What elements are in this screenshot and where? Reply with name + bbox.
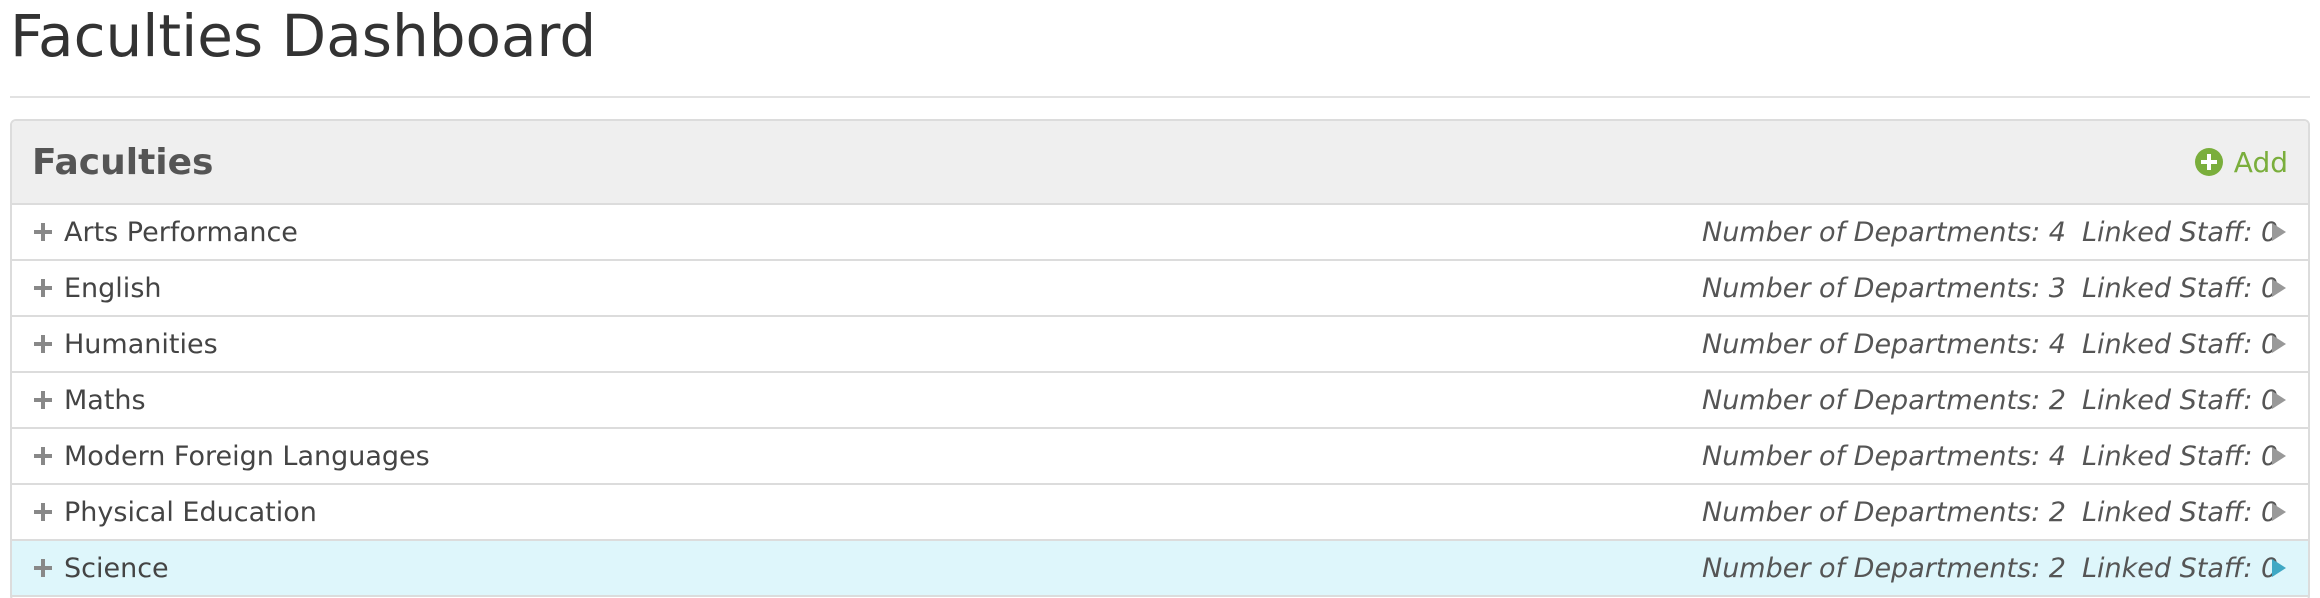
expand-plus-icon[interactable]: [32, 333, 54, 355]
expand-plus-icon[interactable]: [32, 221, 54, 243]
plus-circle-icon: [2194, 147, 2224, 177]
panel-header: Faculties Add: [12, 121, 2308, 205]
faculty-row-physical-education[interactable]: Physical Education Number of Departments…: [12, 485, 2308, 541]
faculty-name: Arts Performance: [64, 216, 298, 248]
faculty-row-english[interactable]: English Number of Departments: 3 Linked …: [12, 261, 2308, 317]
linked-staff-count: Linked Staff: 0: [2082, 216, 2279, 248]
department-count: Number of Departments: 4: [1702, 328, 2066, 360]
faculty-row-humanities[interactable]: Humanities Number of Departments: 4 Link…: [12, 317, 2308, 373]
linked-staff-count: Linked Staff: 0: [2082, 384, 2279, 416]
faculty-row-science[interactable]: Science Number of Departments: 2 Linked …: [12, 541, 2308, 597]
faculty-list: Arts Performance Number of Departments: …: [12, 205, 2308, 597]
linked-staff-count: Linked Staff: 0: [2082, 440, 2279, 472]
play-arrow-icon[interactable]: [2270, 445, 2288, 467]
panel-title: Faculties: [32, 141, 214, 183]
department-count: Number of Departments: 3: [1702, 272, 2066, 304]
add-faculty-button[interactable]: Add: [2194, 146, 2288, 179]
title-divider: [10, 96, 2310, 98]
faculties-dashboard-page: Faculties Dashboard Faculties Add Arts P…: [0, 0, 2320, 598]
expand-plus-icon[interactable]: [32, 445, 54, 467]
department-count: Number of Departments: 2: [1702, 552, 2066, 584]
expand-plus-icon[interactable]: [32, 277, 54, 299]
faculty-row-maths[interactable]: Maths Number of Departments: 2 Linked St…: [12, 373, 2308, 429]
faculty-name: Physical Education: [64, 496, 317, 528]
play-arrow-icon[interactable]: [2270, 557, 2288, 579]
faculty-name: Science: [64, 552, 169, 584]
linked-staff-count: Linked Staff: 0: [2082, 552, 2279, 584]
expand-plus-icon[interactable]: [32, 557, 54, 579]
faculty-name: Humanities: [64, 328, 218, 360]
linked-staff-count: Linked Staff: 0: [2082, 328, 2279, 360]
play-arrow-icon[interactable]: [2270, 333, 2288, 355]
faculty-name: Maths: [64, 384, 146, 416]
play-arrow-icon[interactable]: [2270, 501, 2288, 523]
page-title: Faculties Dashboard: [10, 2, 597, 70]
linked-staff-count: Linked Staff: 0: [2082, 272, 2279, 304]
linked-staff-count: Linked Staff: 0: [2082, 496, 2279, 528]
play-arrow-icon[interactable]: [2270, 277, 2288, 299]
department-count: Number of Departments: 4: [1702, 440, 2066, 472]
department-count: Number of Departments: 2: [1702, 384, 2066, 416]
department-count: Number of Departments: 2: [1702, 496, 2066, 528]
faculty-name: Modern Foreign Languages: [64, 440, 430, 472]
department-count: Number of Departments: 4: [1702, 216, 2066, 248]
faculty-row-modern-foreign-languages[interactable]: Modern Foreign Languages Number of Depar…: [12, 429, 2308, 485]
play-arrow-icon[interactable]: [2270, 389, 2288, 411]
faculties-panel: Faculties Add Arts Performance Number of…: [10, 119, 2310, 598]
faculty-row-arts-performance[interactable]: Arts Performance Number of Departments: …: [12, 205, 2308, 261]
expand-plus-icon[interactable]: [32, 389, 54, 411]
expand-plus-icon[interactable]: [32, 501, 54, 523]
faculty-name: English: [64, 272, 162, 304]
play-arrow-icon[interactable]: [2270, 221, 2288, 243]
add-button-label: Add: [2233, 145, 2288, 179]
